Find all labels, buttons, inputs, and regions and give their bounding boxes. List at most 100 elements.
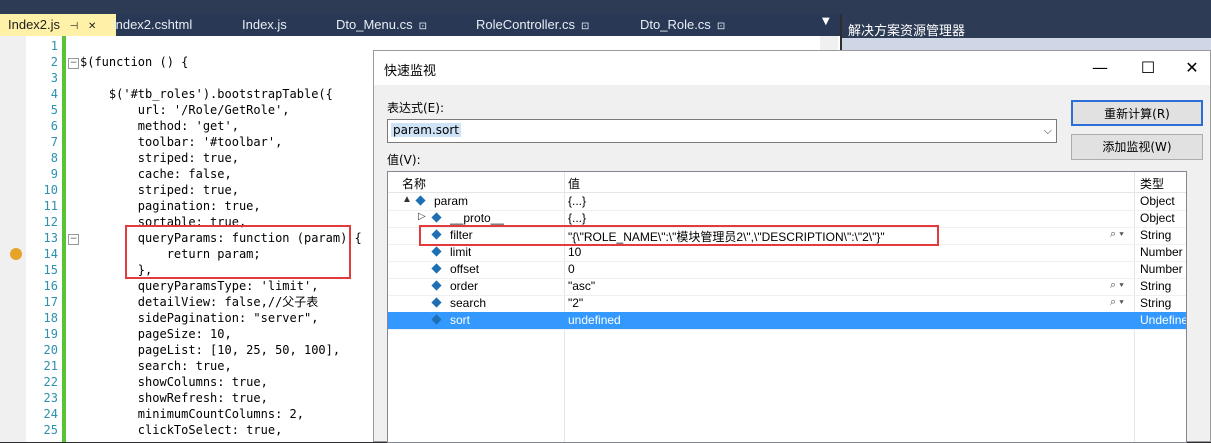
tab-dto-role[interactable]: Dto_Role.cs ⊡ bbox=[640, 14, 725, 36]
row-name: param bbox=[434, 194, 469, 208]
code-line[interactable]: showColumns: true, bbox=[80, 374, 268, 390]
visualizer-search-icon[interactable]: ⌕ ▾ bbox=[1110, 296, 1124, 309]
column-header-value[interactable]: 值 bbox=[568, 175, 580, 192]
code-line[interactable]: striped: true, bbox=[80, 150, 239, 166]
watch-row[interactable]: limit 10 Number bbox=[388, 244, 1186, 262]
row-value[interactable]: "asc" bbox=[568, 279, 1128, 293]
code-line[interactable]: cache: false, bbox=[80, 166, 232, 182]
code-line[interactable]: $('#tb_roles').bootstrapTable({ bbox=[80, 86, 333, 102]
visualizer-search-icon[interactable]: ⌕ ▾ bbox=[1110, 279, 1124, 292]
fold-toggle-icon[interactable]: − bbox=[68, 234, 79, 245]
code-line[interactable]: $(function () { bbox=[80, 54, 188, 70]
object-icon bbox=[431, 246, 442, 257]
close-icon[interactable]: ✕ bbox=[88, 21, 96, 32]
value-label: 值(V): bbox=[387, 153, 421, 167]
code-line[interactable]: showRefresh: true, bbox=[80, 390, 268, 406]
line-number: 21 bbox=[43, 359, 58, 373]
tab-label: Dto_Role.cs bbox=[640, 17, 711, 32]
line-number: 17 bbox=[43, 295, 58, 309]
tab-role-controller[interactable]: RoleController.cs ⊡ bbox=[476, 14, 589, 36]
row-name: search bbox=[450, 296, 487, 310]
column-header-name[interactable]: 名称 bbox=[402, 175, 426, 192]
watch-row[interactable]: sort undefined Undefined bbox=[388, 312, 1186, 330]
code-line[interactable]: method: 'get', bbox=[80, 118, 239, 134]
line-number: 18 bbox=[43, 311, 58, 325]
collapse-icon[interactable]: ▲ bbox=[402, 194, 412, 205]
line-number: 4 bbox=[50, 87, 58, 101]
row-value[interactable]: {...} bbox=[568, 211, 1128, 225]
code-line[interactable]: sidePagination: "server", bbox=[80, 310, 319, 326]
expression-input[interactable]: param.sort ⌵ bbox=[387, 119, 1057, 143]
quickwatch-dialog: 快速监视 — ☐ ✕ 表达式(E): param.sort ⌵ 值(V): 重新… bbox=[373, 50, 1211, 443]
minimize-icon[interactable]: — bbox=[1080, 57, 1120, 79]
code-line[interactable]: queryParamsType: 'limit', bbox=[80, 278, 319, 294]
expression-value: param.sort bbox=[391, 123, 461, 137]
document-tab-strip: Index2.js ⊣ ✕ Index2.cshtml Index.js Dto… bbox=[0, 14, 840, 36]
watch-row[interactable]: order "asc" ⌕ ▾ String bbox=[388, 278, 1186, 296]
tab-label: Index2.js bbox=[8, 17, 61, 32]
tab-index-js[interactable]: Index.js bbox=[242, 14, 287, 36]
row-name: offset bbox=[450, 262, 480, 276]
code-line[interactable]: pageSize: 10, bbox=[80, 326, 232, 342]
row-type: Object bbox=[1140, 211, 1175, 225]
dropdown-icon[interactable]: ▼ bbox=[822, 16, 836, 34]
line-number: 13 bbox=[43, 231, 58, 245]
code-line[interactable]: url: '/Role/GetRole', bbox=[80, 102, 290, 118]
tab-label: RoleController.cs bbox=[476, 17, 575, 32]
grid-header: 名称 值 类型 bbox=[388, 172, 1186, 193]
code-line[interactable]: pageList: [10, 25, 50, 100], bbox=[80, 342, 340, 358]
visualizer-search-icon[interactable]: ⌕ ▾ bbox=[1110, 228, 1124, 241]
tab-dto-menu[interactable]: Dto_Menu.cs ⊡ bbox=[336, 14, 427, 36]
row-type: Object bbox=[1140, 194, 1175, 208]
pin-icon[interactable]: ⊣ bbox=[70, 21, 79, 32]
lock-icon: ⊡ bbox=[418, 21, 427, 32]
code-line[interactable]: pagination: true, bbox=[80, 198, 261, 214]
chevron-down-icon[interactable]: ⌵ bbox=[1044, 124, 1052, 138]
object-icon bbox=[431, 263, 442, 274]
object-icon bbox=[431, 280, 442, 291]
code-line[interactable]: toolbar: '#toolbar', bbox=[80, 134, 283, 150]
line-number: 25 bbox=[43, 423, 58, 437]
row-type: String bbox=[1140, 279, 1172, 293]
row-value[interactable]: 0 bbox=[568, 262, 1128, 276]
code-line[interactable]: minimumCountColumns: 2, bbox=[80, 406, 304, 422]
row-type: Number bbox=[1140, 262, 1183, 276]
close-icon[interactable]: ✕ bbox=[1172, 57, 1211, 79]
line-number: 20 bbox=[43, 343, 58, 357]
tab-index2-cshtml[interactable]: Index2.cshtml bbox=[112, 14, 192, 36]
line-number: 12 bbox=[43, 215, 58, 229]
fold-toggle-icon[interactable]: − bbox=[68, 58, 79, 69]
object-icon bbox=[431, 314, 442, 325]
expand-icon[interactable]: ▷ bbox=[418, 211, 426, 222]
object-icon bbox=[415, 195, 426, 206]
watch-row[interactable]: search "2" ⌕ ▾ String bbox=[388, 295, 1186, 313]
watch-row[interactable]: offset 0 Number bbox=[388, 261, 1186, 279]
line-number: 2 bbox=[50, 55, 58, 69]
add-watch-button[interactable]: 添加监视(W) bbox=[1071, 134, 1203, 160]
tab-index2-js[interactable]: Index2.js ⊣ ✕ bbox=[0, 14, 116, 36]
maximize-icon[interactable]: ☐ bbox=[1128, 57, 1168, 79]
row-value[interactable]: "2" bbox=[568, 296, 1128, 310]
row-type: String bbox=[1140, 296, 1172, 310]
row-value[interactable]: undefined bbox=[568, 313, 1128, 327]
line-number: 7 bbox=[50, 135, 58, 149]
code-line[interactable]: search: true, bbox=[80, 358, 232, 374]
line-number: 15 bbox=[43, 263, 58, 277]
dialog-titlebar: 快速监视 — ☐ ✕ bbox=[374, 51, 1210, 85]
line-number: 11 bbox=[43, 199, 58, 213]
watch-grid[interactable]: 名称 值 类型 ▲ param {...} Object ▷ __proto__ {...}… bbox=[387, 171, 1187, 443]
recalculate-button[interactable]: 重新计算(R) bbox=[1071, 100, 1203, 126]
line-number: 24 bbox=[43, 407, 58, 421]
code-line[interactable]: clickToSelect: true, bbox=[80, 422, 283, 438]
code-line[interactable]: detailView: false,//父子表 bbox=[80, 294, 319, 310]
row-value[interactable]: 10 bbox=[568, 245, 1128, 259]
code-line[interactable]: striped: true, bbox=[80, 182, 239, 198]
row-type: Undefined bbox=[1140, 313, 1186, 327]
line-number: 23 bbox=[43, 391, 58, 405]
line-number: 16 bbox=[43, 279, 58, 293]
watch-row[interactable]: ▲ param {...} Object bbox=[388, 193, 1186, 211]
line-number: 22 bbox=[43, 375, 58, 389]
column-header-type[interactable]: 类型 bbox=[1140, 175, 1164, 192]
row-value[interactable]: {...} bbox=[568, 194, 1128, 208]
lock-icon: ⊡ bbox=[716, 21, 726, 32]
